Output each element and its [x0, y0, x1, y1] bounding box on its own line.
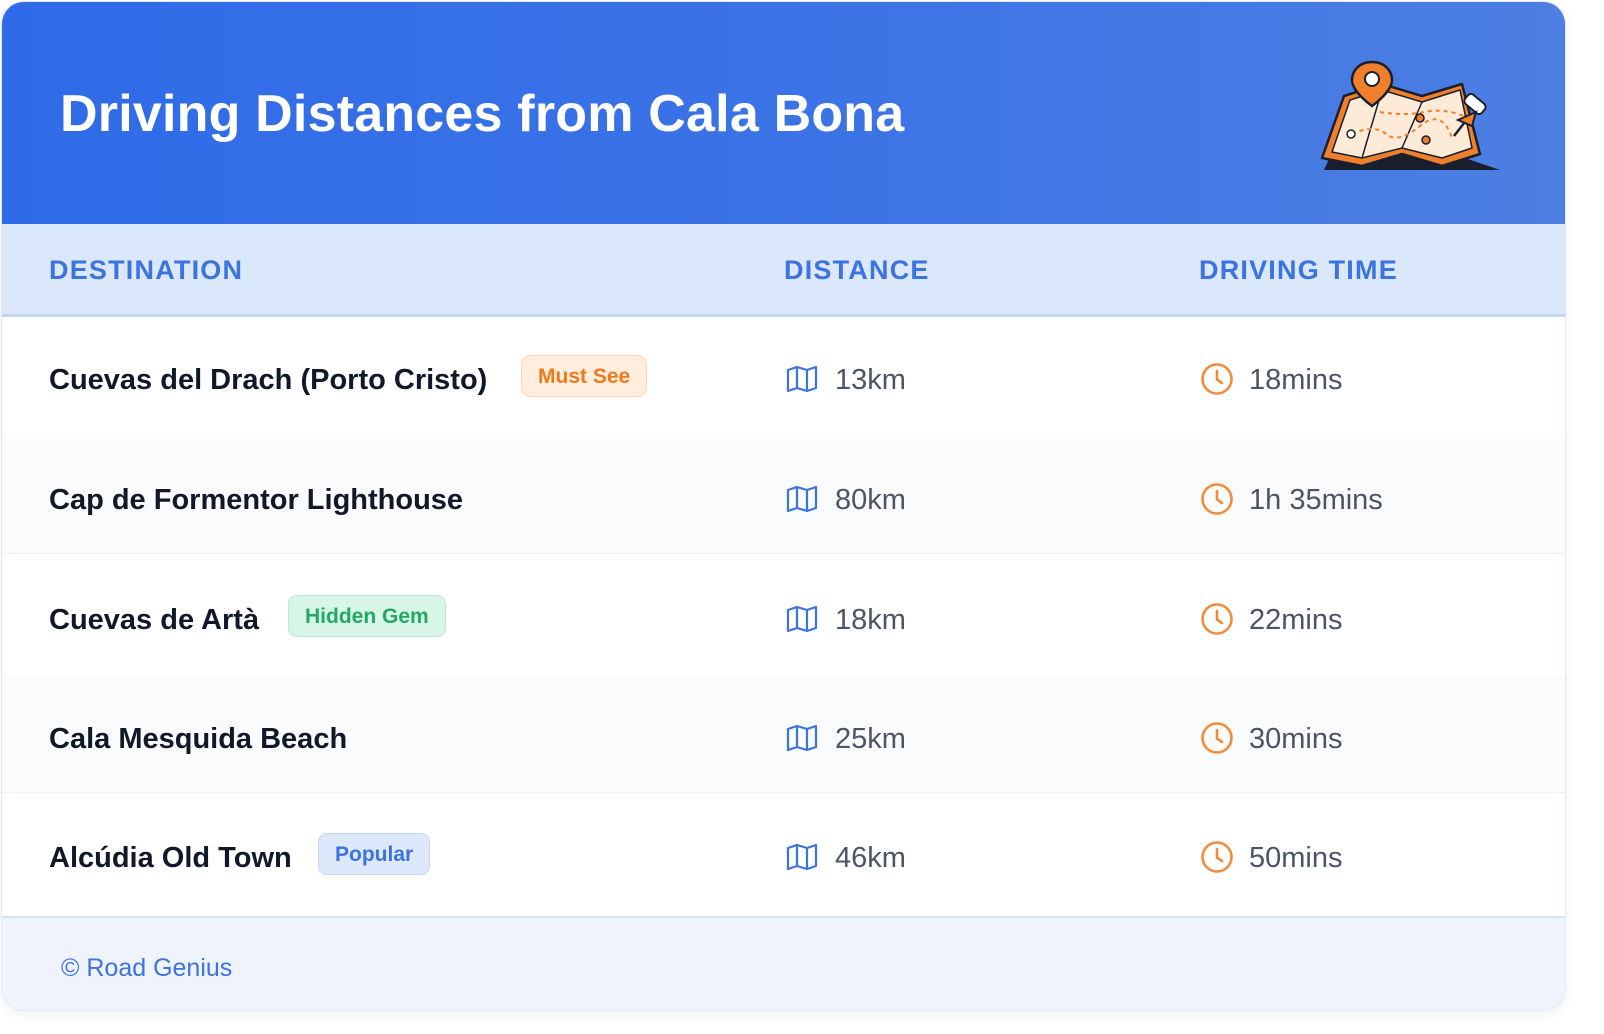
table-header-banner: Driving Distances from Cala Bona [2, 2, 1565, 224]
map-icon [786, 724, 818, 752]
destination-name: Alcúdia Old Town [49, 842, 292, 874]
destination-name: Cala Mesquida Beach [49, 723, 348, 755]
column-header-distance: DISTANCE [784, 255, 930, 285]
table-column-headers: DESTINATION DISTANCE DRIVING TIME [2, 224, 1565, 317]
clock-icon [1201, 722, 1233, 754]
driving-time-value: 18mins [1249, 364, 1343, 396]
distance-value: 13km [835, 364, 906, 396]
destination-name: Cuevas del Drach (Porto Cristo) [49, 364, 488, 396]
distance-value: 25km [835, 723, 906, 755]
clock-icon [1201, 363, 1233, 395]
map-icon [786, 365, 818, 393]
column-header-destination: DESTINATION [49, 255, 244, 285]
clock-icon [1201, 841, 1233, 873]
destination-name: Cap de Formentor Lighthouse [49, 484, 464, 516]
distance-value: 46km [835, 842, 906, 874]
map-illustration-icon [1320, 60, 1500, 170]
page-title: Driving Distances from Cala Bona [60, 85, 905, 143]
table-row: Cuevas del Drach (Porto Cristo) Must See… [2, 317, 1565, 440]
clock-icon [1201, 603, 1233, 635]
clock-icon [1201, 483, 1233, 515]
hidden-gem-badge: Hidden Gem [288, 595, 446, 637]
table-footer: © Road Genius [2, 916, 1565, 1010]
table-row: Cap de Formentor Lighthouse 80km 1h 35mi… [2, 439, 1565, 554]
distance-value: 18km [835, 604, 906, 636]
distance-table-card: Driving Distances from Cala Bona DESTINA… [2, 2, 1565, 1010]
copyright-link[interactable]: © Road Genius [61, 954, 232, 983]
table-row: Alcúdia Old Town Popular 46km 50mins [2, 792, 1565, 916]
map-icon [786, 605, 818, 633]
driving-time-value: 22mins [1249, 604, 1343, 636]
table-row: Cala Mesquida Beach 25km 30mins [2, 677, 1565, 793]
driving-time-value: 1h 35mins [1249, 484, 1383, 516]
table-row: Cuevas de Artà Hidden Gem 18km 22mins [2, 553, 1565, 678]
popular-badge: Popular [318, 833, 431, 875]
driving-time-value: 50mins [1249, 842, 1343, 874]
distance-value: 80km [835, 484, 906, 516]
map-icon [786, 843, 818, 871]
destination-name: Cuevas de Artà [49, 604, 260, 636]
driving-time-value: 30mins [1249, 723, 1343, 755]
must-see-badge: Must See [521, 355, 648, 397]
column-header-driving-time: DRIVING TIME [1199, 255, 1398, 285]
map-icon [786, 485, 818, 513]
